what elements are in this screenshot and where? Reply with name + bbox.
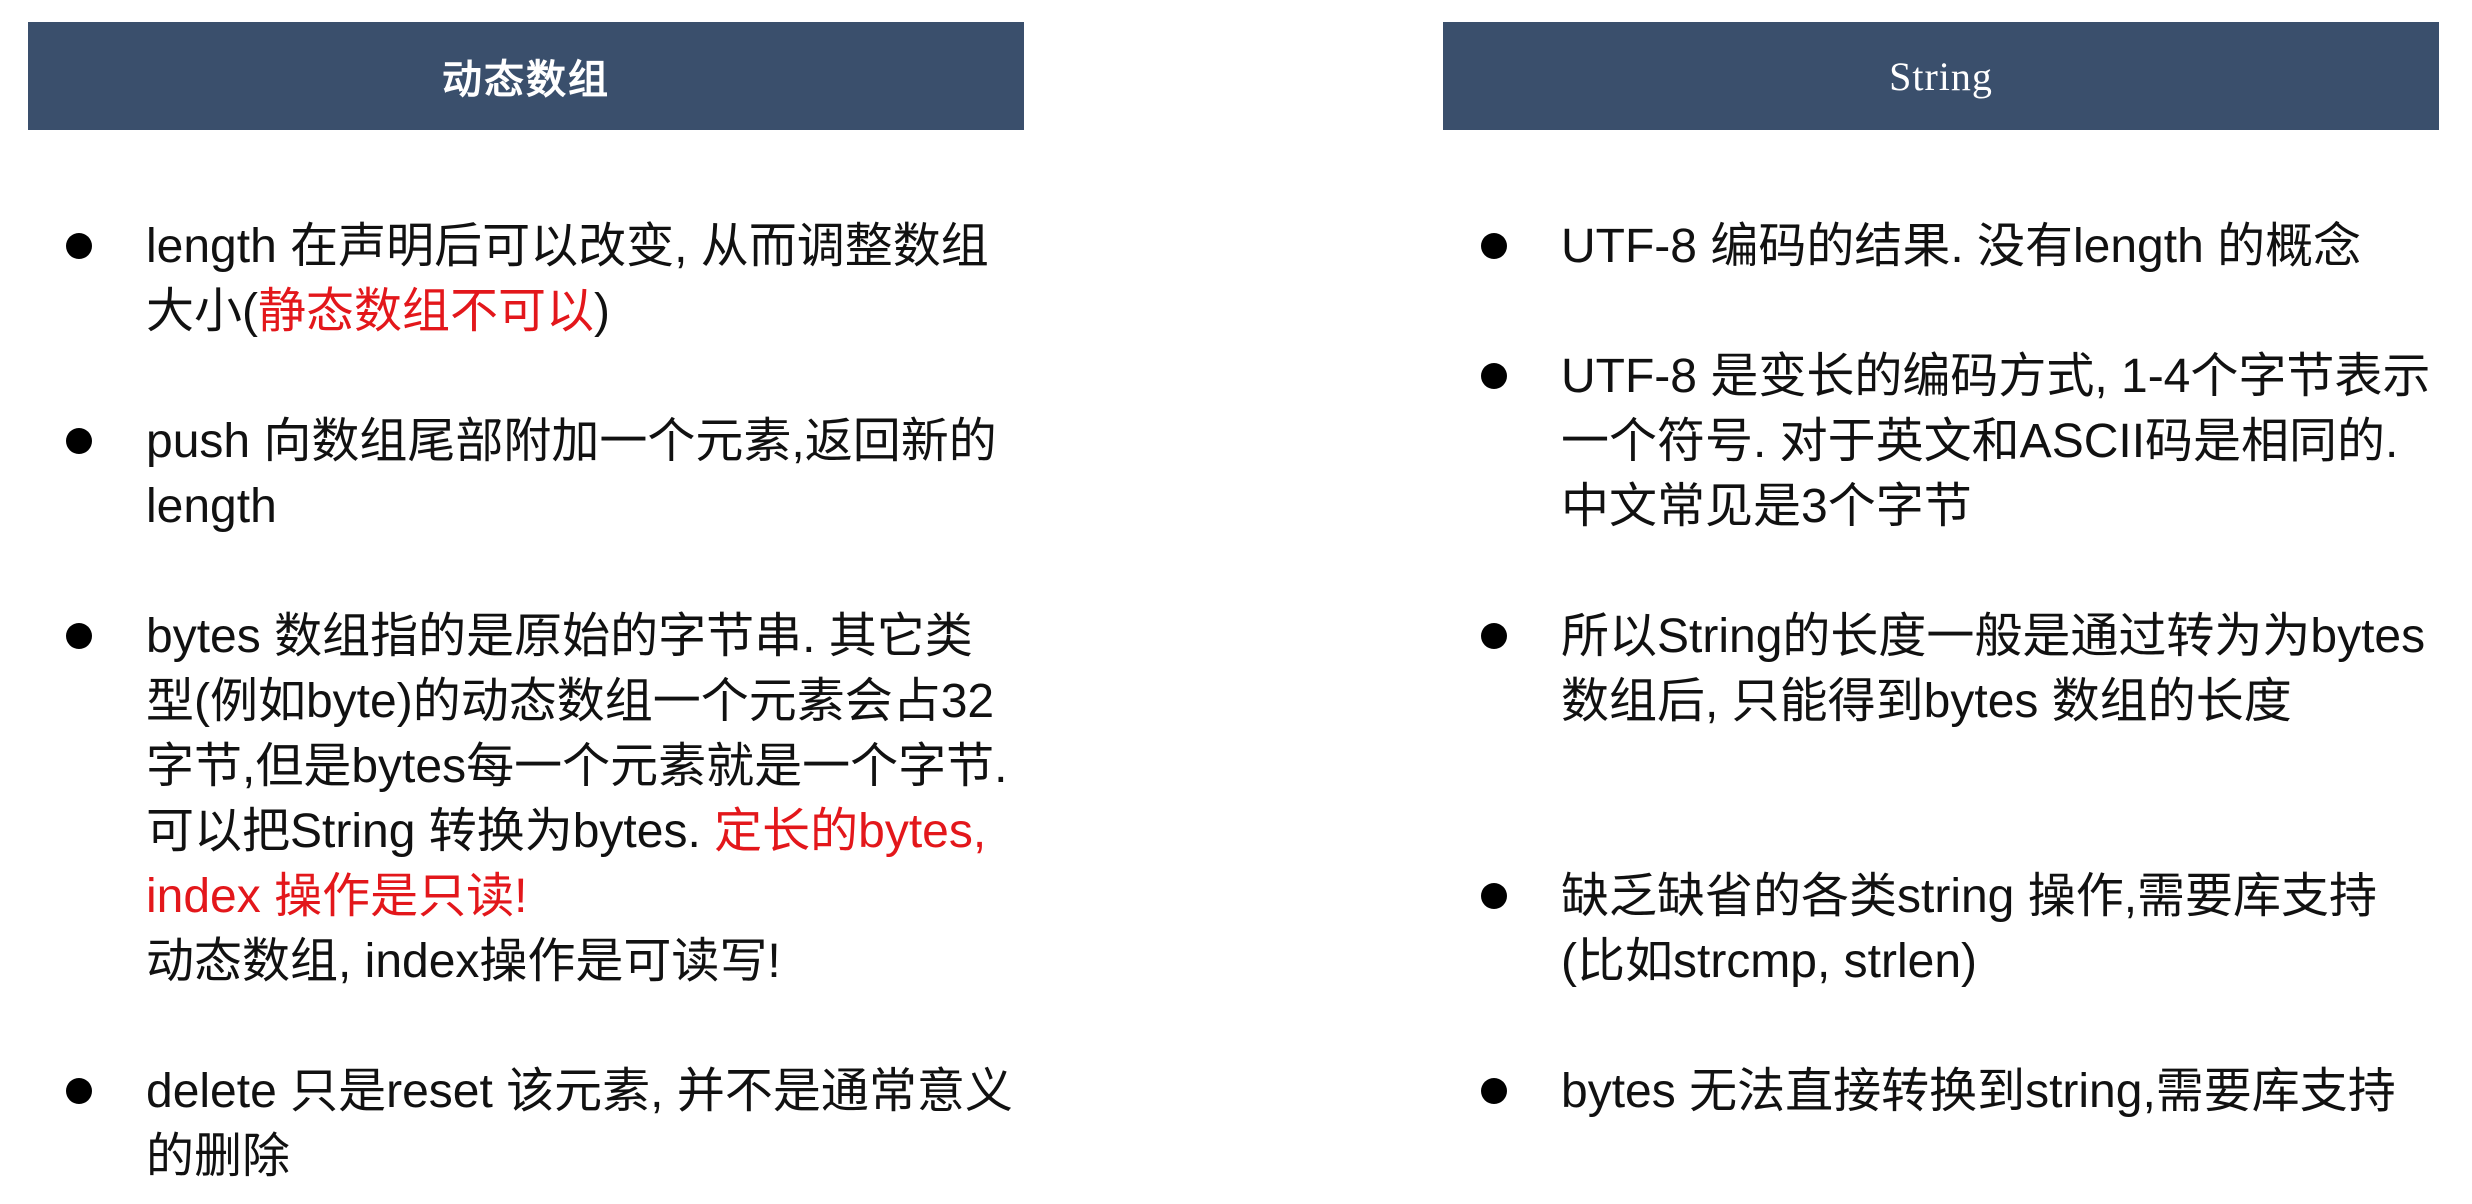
bullet-text-part: 所以String的长度一般是通过转为为bytes数组后, 只能得到bytes 数…: [1561, 610, 2426, 728]
bullet-dot-icon: [66, 623, 92, 649]
string-title: String: [1889, 53, 1993, 99]
bullet-string-length: 所以String的长度一般是通过转为为bytes数组后, 只能得到bytes 数…: [1443, 604, 2439, 734]
bullet-dot-icon: [1481, 883, 1507, 909]
bullet-bytes: bytes 数组指的是原始的字节串. 其它类型(例如byte)的动态数组一个元素…: [28, 604, 1024, 994]
bullet-delete: delete 只是reset 该元素, 并不是通常意义的删除: [28, 1059, 1024, 1189]
bullet-dot-icon: [66, 1078, 92, 1104]
bullet-utf8-variable-text: UTF-8 是变长的编码方式, 1-4个字节表示一个符号. 对于英文和ASCII…: [1561, 344, 2431, 539]
bullet-highlight-text: 静态数组不可以: [258, 285, 595, 338]
bullet-string-ops-text: 缺乏缺省的各类string 操作,需要库支持(比如strcmp, strlen): [1561, 864, 2431, 994]
bullet-push: push 向数组尾部附加一个元素,返回新的length: [28, 409, 1024, 539]
bullet-text-part: UTF-8 是变长的编码方式, 1-4个字节表示一个符号. 对于英文和ASCII…: [1561, 350, 2431, 533]
bullet-utf8-result: UTF-8 编码的结果. 没有length 的概念: [1443, 214, 2439, 279]
bullet-bytes-text: bytes 数组指的是原始的字节串. 其它类型(例如byte)的动态数组一个元素…: [146, 604, 1016, 994]
bullet-string-length-text: 所以String的长度一般是通过转为为bytes数组后, 只能得到bytes 数…: [1561, 604, 2431, 734]
bullet-length: length 在声明后可以改变, 从而调整数组大小(静态数组不可以): [28, 214, 1024, 344]
bullet-push-text: push 向数组尾部附加一个元素,返回新的length: [146, 409, 1016, 539]
bullet-dot-icon: [66, 428, 92, 454]
bullet-dot-icon: [1481, 363, 1507, 389]
bullet-text-part: push 向数组尾部附加一个元素,返回新的length: [146, 415, 997, 533]
bullet-dot-icon: [1481, 1078, 1507, 1104]
bullet-text-part: delete 只是reset 该元素, 并不是通常意义的删除: [146, 1065, 1013, 1183]
bullet-text-part: ): [594, 285, 610, 338]
string-panel: String UTF-8 编码的结果. 没有length 的概念 UTF-8 是…: [1443, 22, 2439, 1118]
string-header: String: [1443, 22, 2439, 130]
bullet-delete-text: delete 只是reset 该元素, 并不是通常意义的删除: [146, 1059, 1016, 1189]
bullet-dot-icon: [1481, 233, 1507, 259]
bullet-text-part: UTF-8 编码的结果. 没有length 的概念: [1561, 220, 2362, 273]
dynamic-array-panel: 动态数组 length 在声明后可以改变, 从而调整数组大小(静态数组不可以) …: [28, 22, 1024, 1183]
bullet-text-part: 缺乏缺省的各类string 操作,需要库支持(比如strcmp, strlen): [1561, 870, 2378, 988]
bullet-bytes-to-string: bytes 无法直接转换到string,需要库支持: [1443, 1059, 2439, 1124]
bullet-dot-icon: [1481, 623, 1507, 649]
bullet-text-part: bytes 无法直接转换到string,需要库支持: [1561, 1065, 2396, 1118]
bullet-bytes-to-string-text: bytes 无法直接转换到string,需要库支持: [1561, 1059, 2431, 1124]
bullet-utf8-variable: UTF-8 是变长的编码方式, 1-4个字节表示一个符号. 对于英文和ASCII…: [1443, 344, 2439, 539]
bullet-utf8-result-text: UTF-8 编码的结果. 没有length 的概念: [1561, 214, 2431, 279]
dynamic-array-header: 动态数组: [28, 22, 1024, 130]
bullet-dot-icon: [66, 233, 92, 259]
bullet-text-part: 动态数组, index操作是可读写!: [146, 935, 781, 988]
bullet-length-text: length 在声明后可以改变, 从而调整数组大小(静态数组不可以): [146, 214, 1016, 344]
dynamic-array-title: 动态数组: [442, 57, 610, 102]
bullet-string-ops: 缺乏缺省的各类string 操作,需要库支持(比如strcmp, strlen): [1443, 864, 2439, 994]
